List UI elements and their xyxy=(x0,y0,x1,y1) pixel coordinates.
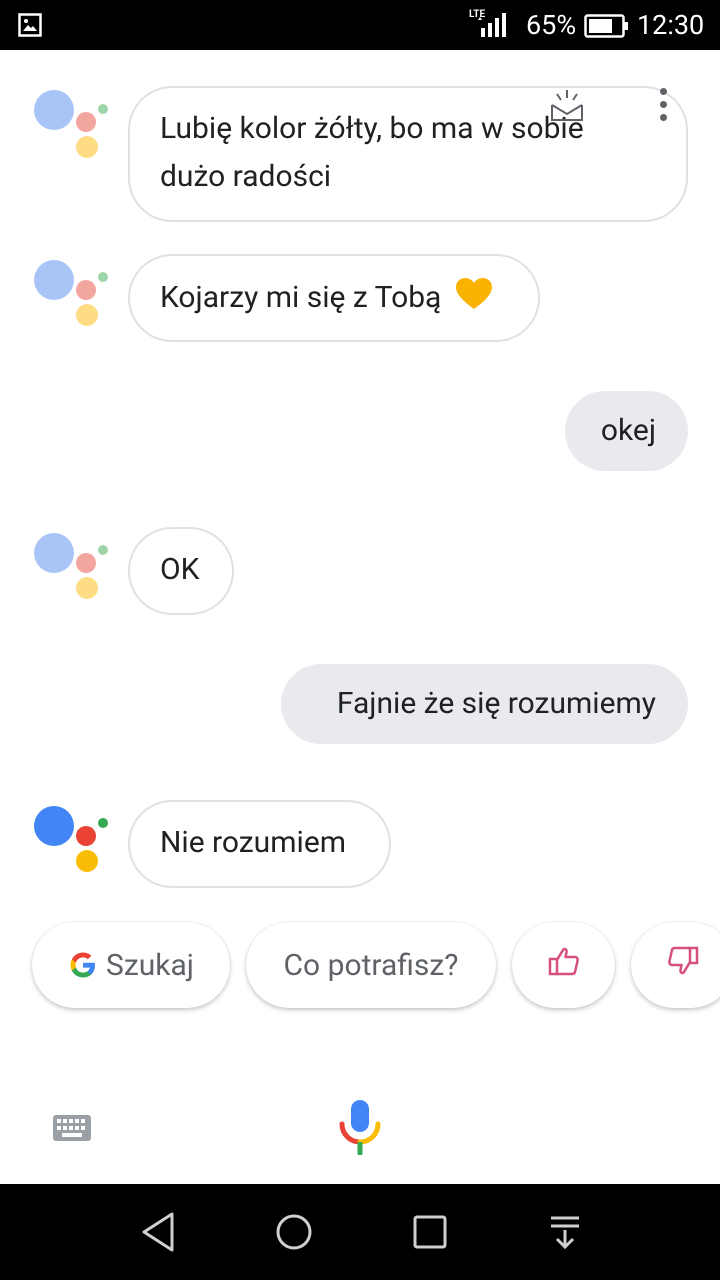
share-icon[interactable] xyxy=(549,88,585,128)
assistant-avatar xyxy=(34,806,114,876)
search-chip-label: Szukaj xyxy=(106,947,194,983)
status-bar: LTE 65% 12:30 xyxy=(0,0,720,50)
thumbs-up-chip[interactable] xyxy=(512,922,615,1008)
battery-icon xyxy=(584,14,630,42)
assistant-message-text: OK xyxy=(160,552,200,587)
gallery-notification-icon xyxy=(18,13,42,41)
assistant-message: OK xyxy=(128,527,234,615)
assistant-message: Lubię kolor żółty, bo ma w sobie dużo ra… xyxy=(128,86,688,222)
yellow-heart-icon xyxy=(455,277,493,326)
notifications-pull-down-icon[interactable] xyxy=(545,1210,585,1258)
signal-icon xyxy=(478,12,512,42)
navigation-bar xyxy=(0,1184,720,1280)
home-icon[interactable] xyxy=(274,1210,314,1258)
assistant-message-text: Lubię kolor żółty, bo ma w sobie dużo ra… xyxy=(160,111,584,194)
thumbs-up-icon xyxy=(547,944,581,986)
more-options-icon[interactable] xyxy=(657,88,671,128)
google-g-icon xyxy=(68,950,98,980)
assistant-message-text: Kojarzy mi się z Tobą xyxy=(160,280,442,315)
assistant-message: Nie rozumiem xyxy=(128,800,391,888)
assistant-avatar xyxy=(34,260,114,330)
assistant-avatar xyxy=(34,90,114,160)
thumbs-down-chip[interactable] xyxy=(631,922,720,1008)
user-message-text: okej xyxy=(600,413,656,448)
microphone-icon[interactable] xyxy=(338,1098,382,1162)
user-message: okej xyxy=(565,391,688,471)
keyboard-icon[interactable] xyxy=(52,1113,92,1147)
clock: 12:30 xyxy=(637,9,705,41)
assistant-message: Kojarzy mi się z Tobą xyxy=(128,254,540,342)
user-message: Fajnie że się rozumiemy xyxy=(281,664,688,744)
capabilities-chip-label: Co potrafisz? xyxy=(283,947,459,983)
assistant-avatar xyxy=(34,533,114,603)
battery-percent: 65% xyxy=(526,9,577,41)
search-chip[interactable]: Szukaj xyxy=(32,922,230,1008)
assistant-message-text: Nie rozumiem xyxy=(160,825,347,860)
back-icon[interactable] xyxy=(138,1210,178,1258)
thumbs-down-icon xyxy=(666,944,700,986)
capabilities-chip[interactable]: Co potrafisz? xyxy=(246,922,496,1008)
recents-icon[interactable] xyxy=(410,1210,450,1258)
user-message-text: Fajnie że się rozumiemy xyxy=(336,686,656,721)
